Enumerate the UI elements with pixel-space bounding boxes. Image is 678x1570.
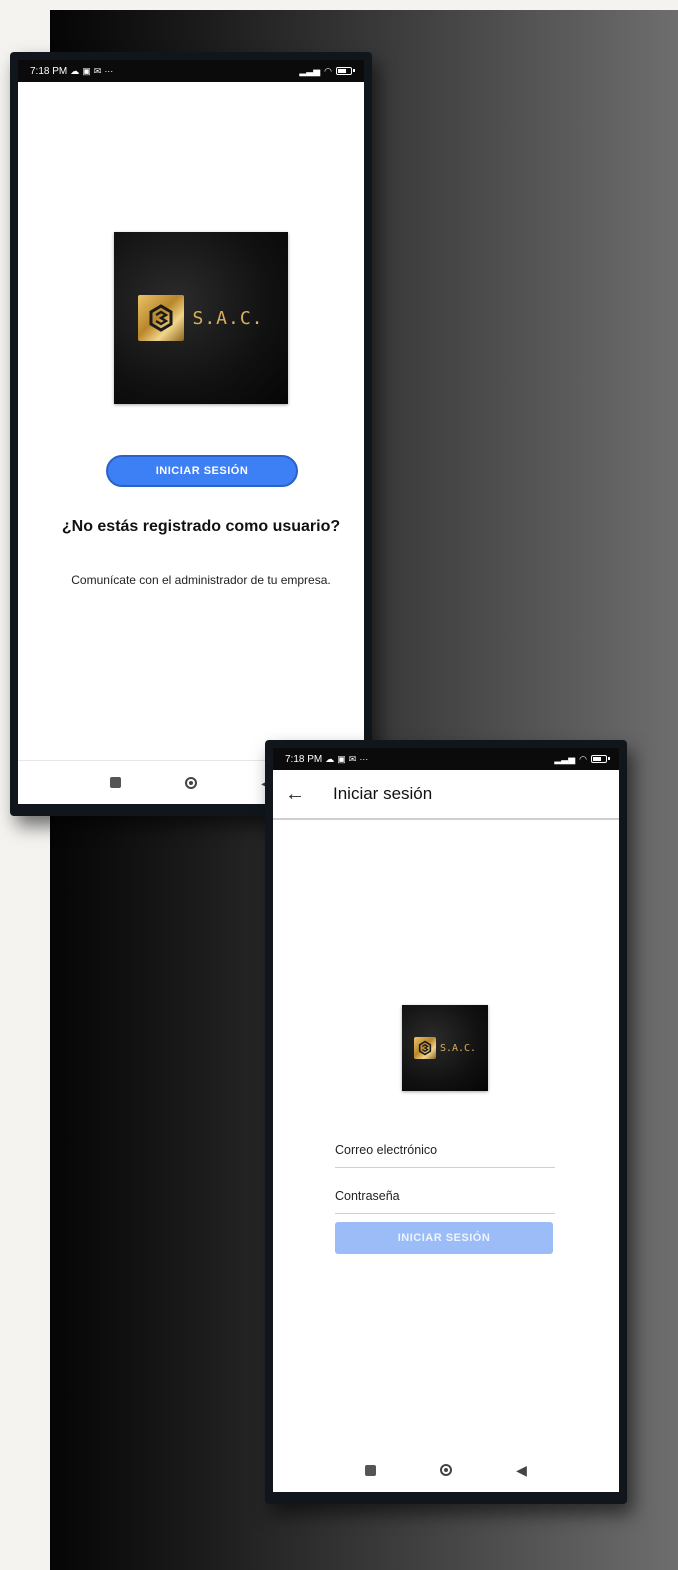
status-time: 7:18 PM [285, 753, 323, 765]
mail-icon: ✉ [93, 65, 102, 76]
more-icon: ··· [104, 65, 114, 76]
phone-home-screen: 7:18 PM ☁ ▣ ✉ ··· ▂▃▅ ◠ S.A.C. INICIAR S… [10, 52, 372, 816]
status-time: 7:18 PM [30, 65, 68, 77]
cloud-icon: ☁ [70, 65, 80, 76]
email-placeholder: Correo electrónico [335, 1143, 438, 1157]
system-nav-bar: ◀ [273, 1448, 619, 1492]
cloud-icon: ☁ [325, 753, 335, 764]
not-registered-title: ¿No estás registrado como usuario? [61, 518, 341, 535]
status-bar: 7:18 PM ☁ ▣ ✉ ··· ▂▃▅ ◠ [273, 748, 619, 770]
screen-login: 7:18 PM ☁ ▣ ✉ ··· ▂▃▅ ◠ ← Iniciar sesión [273, 748, 619, 1492]
status-bar: 7:18 PM ☁ ▣ ✉ ··· ▂▃▅ ◠ [18, 60, 364, 82]
logo-wordmark: S.A.C. [439, 1042, 477, 1054]
notification-icon: ▣ [337, 753, 346, 764]
app-bar: ← Iniciar sesión [273, 770, 619, 820]
notification-icon: ▣ [82, 65, 91, 76]
home-circle-icon[interactable] [440, 1464, 453, 1476]
password-field[interactable]: Contraseña [335, 1174, 555, 1214]
page-title: Iniciar sesión [333, 784, 433, 803]
not-registered-text: Comunícate con el administrador de tu em… [71, 573, 331, 587]
email-field[interactable]: Correo electrónico [335, 1128, 555, 1168]
login-button[interactable]: INICIAR SESIÓN [106, 455, 298, 487]
password-placeholder: Contraseña [335, 1189, 400, 1203]
more-icon: ··· [359, 753, 369, 764]
sac-logo: S.A.C. [402, 1005, 488, 1091]
mail-icon: ✉ [348, 753, 357, 764]
screen-home: 7:18 PM ☁ ▣ ✉ ··· ▂▃▅ ◠ S.A.C. INICIAR S… [18, 60, 364, 804]
signal-icon: ▂▃▅ [299, 65, 321, 76]
phone-login-screen: 7:18 PM ☁ ▣ ✉ ··· ▂▃▅ ◠ ← Iniciar sesión [265, 740, 627, 1504]
battery-icon [591, 755, 610, 763]
logo-wordmark: S.A.C. [192, 307, 264, 329]
recents-square-icon[interactable] [365, 1464, 377, 1476]
logo-emblem-icon [413, 1037, 436, 1059]
back-arrow-icon[interactable]: ← [285, 783, 315, 806]
wifi-icon: ◠ [579, 753, 587, 764]
home-circle-icon[interactable] [185, 776, 198, 789]
back-triangle-icon[interactable]: ◀ [516, 1463, 527, 1477]
recents-square-icon[interactable] [110, 777, 122, 788]
logo-emblem-icon [138, 295, 185, 341]
sac-logo: S.A.C. [114, 232, 288, 404]
login-submit-button[interactable]: INICIAR SESIÓN [335, 1222, 553, 1254]
battery-icon [336, 67, 355, 75]
signal-icon: ▂▃▅ [554, 753, 576, 764]
wifi-icon: ◠ [324, 65, 332, 76]
